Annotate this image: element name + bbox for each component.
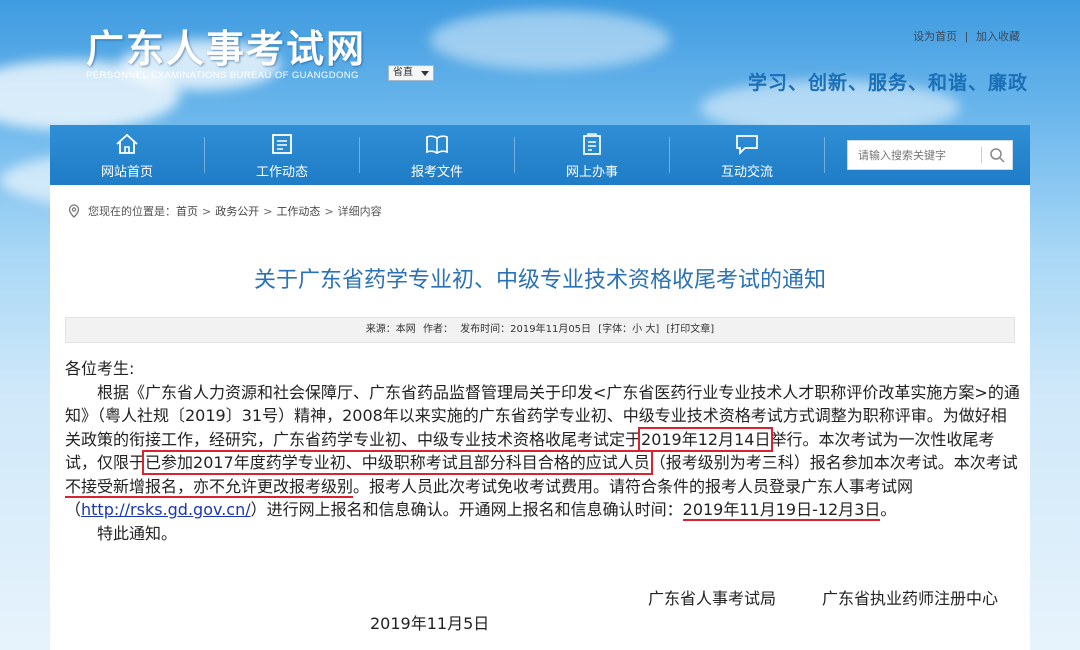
eligible-candidates-highlight: 已参加2017年度药学专业初、中级职称考试且部分科目合格的应试人员 [142,450,653,475]
notice-date: 2019年11月5日 [370,614,490,633]
closing-text: 特此通知。 [97,523,178,543]
breadcrumb-current: 详细内容 [337,205,382,218]
article-body: 各位考生: 根据《广东省人力资源和社会保障厅、广东省药品监督管理局关于印发<广东… [65,357,1020,545]
book-icon [426,135,448,154]
nav-item-home[interactable]: 网站首页 [50,125,204,185]
breadcrumb-separator: > [202,204,212,218]
clipboard-icon [583,133,601,155]
site-logo-title[interactable]: 广东人事考试网 [86,18,366,73]
breadcrumb-home[interactable]: 首页 [176,203,198,219]
no-new-registration-highlight: 不接受新增报名，亦不允许更改报考级别 [65,476,354,498]
nav-label: 工作动态 [255,165,308,180]
nav-label: 互动交流 [720,165,773,180]
region-select[interactable]: 省直 [388,65,434,81]
nav-label: 报考文件 [410,165,463,180]
breadcrumb: 您现在的位置是： 首页 > 政务公开 > 工作动态 > 详细内容 [68,203,382,219]
greeting: 各位考生: [65,359,135,378]
breadcrumb-separator: > [324,204,334,218]
breadcrumb-separator: > [263,204,273,218]
meta-published: 发布时间：2019年11月05日 [460,324,592,335]
main-nav: 网站首页 工作动态 报考文件 网上办事 互动交流 [50,125,1030,185]
page-title: 关于广东省药学专业初、中级专业技术资格收尾考试的通知 [253,268,826,293]
breadcrumb-prefix: 您现在的位置是： [88,205,176,218]
signer-pharmacist-center: 广东省执业药师注册中心 [822,589,999,608]
nav-item-work-news[interactable]: 工作动态 [205,125,359,185]
location-pin-icon [68,204,80,218]
search-box [847,140,1013,170]
nav-item-interaction[interactable]: 互动交流 [670,125,824,185]
home-icon [116,133,138,154]
list-icon [272,134,292,154]
article-content: 您现在的位置是： 首页 > 政务公开 > 工作动态 > 详细内容 关于广东省药学… [50,185,1030,650]
search-input[interactable] [848,141,978,169]
add-favorite-link[interactable]: 加入收藏 [972,31,1024,43]
region-select-value: 省直 [393,67,413,78]
nav-label: 网站首页 [100,165,153,180]
registration-period-highlight: 2019年11月19日-12月3日 [682,500,881,521]
print-article-link[interactable]: [打印文章] [664,324,716,335]
chat-icon [736,135,758,155]
signer-exam-bureau: 广东省人事考试局 [648,589,777,608]
breadcrumb-public-affairs[interactable]: 政务公开 [215,203,259,219]
article-meta: 来源：本网 作者： 发布时间：2019年11月05日 [字体：小 大] [打印文… [65,317,1015,343]
exam-date-highlight: 2019年12月14日 [638,426,774,452]
meta-source: 来源：本网 [365,324,416,335]
site-slogan: 学习、创新、服务、和谐、廉政 [747,72,1028,94]
nav-item-exam-docs[interactable]: 报考文件 [360,125,514,185]
set-homepage-link[interactable]: 设为首页 [909,31,961,43]
site-header: 广东人事考试网 PERSONNEL EXAMINATIONS BUREAU OF… [0,0,1080,125]
caret-down-icon [421,71,429,76]
meta-author: 作者： [422,324,453,335]
body-paragraph: 根据《广东省人力资源和社会保障厅、广东省药品监督管理局关于印发<广东省医药行业专… [65,382,1020,521]
nav-label: 网上办事 [565,165,618,180]
top-links: 设为首页 | 加入收藏 [909,28,1024,44]
breadcrumb-work-news[interactable]: 工作动态 [276,203,320,219]
site-logo-subtitle: PERSONNEL EXAMINATIONS BUREAU OF GUANGDO… [86,70,359,81]
link-divider: | [965,31,968,43]
font-size-toggle[interactable]: [字体：小 大] [596,324,661,335]
exam-site-link[interactable]: http://rsks.gd.gov.cn/ [81,500,251,519]
nav-item-online-service[interactable]: 网上办事 [515,125,669,185]
search-icon[interactable] [989,147,1005,163]
